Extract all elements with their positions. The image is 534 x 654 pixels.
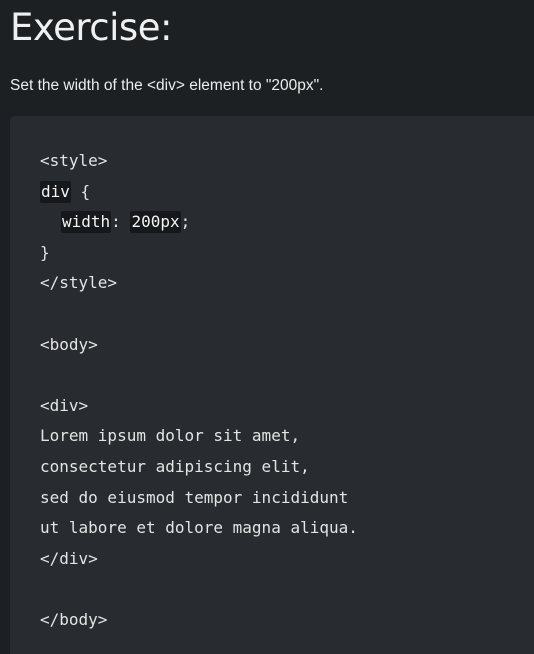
exercise-instruction: Set the width of the <div> element to "2… xyxy=(10,77,324,94)
selector-input[interactable]: div xyxy=(40,180,71,203)
semicolon-text: ; xyxy=(180,212,191,232)
brace-open-text: { xyxy=(70,181,91,201)
code-line-brace-close: } xyxy=(40,242,50,262)
code-line-text: sed do eiusmod tempor incididunt xyxy=(40,487,349,507)
code-line-declaration: width: 200px; xyxy=(40,207,358,238)
code-editor-panel: <style> div { width: 200px; } </style> <… xyxy=(10,116,534,654)
code-line-text: Lorem ipsum dolor sit amet, xyxy=(40,426,301,446)
colon-text: : xyxy=(111,212,131,232)
code-line-text: consectetur adipiscing elit, xyxy=(40,456,310,476)
exercise-title: Exercise: xyxy=(10,6,172,49)
code-line-body-open: <body> xyxy=(40,334,98,354)
value-input[interactable]: 200px xyxy=(130,211,181,234)
property-input[interactable]: width xyxy=(61,211,112,234)
code-line-selector: div { xyxy=(40,177,358,208)
code-line-body-close: </body> xyxy=(40,609,108,629)
code-line-div-close: </div> xyxy=(40,548,98,568)
code-block: <style> div { width: 200px; } </style> <… xyxy=(40,146,358,636)
code-line-style-close: </style> xyxy=(40,273,118,293)
code-line-text: ut labore et dolore magna aliqua. xyxy=(40,518,358,538)
code-line-style-open: <style> xyxy=(40,151,108,170)
code-line-div-open: <div> xyxy=(40,395,89,415)
